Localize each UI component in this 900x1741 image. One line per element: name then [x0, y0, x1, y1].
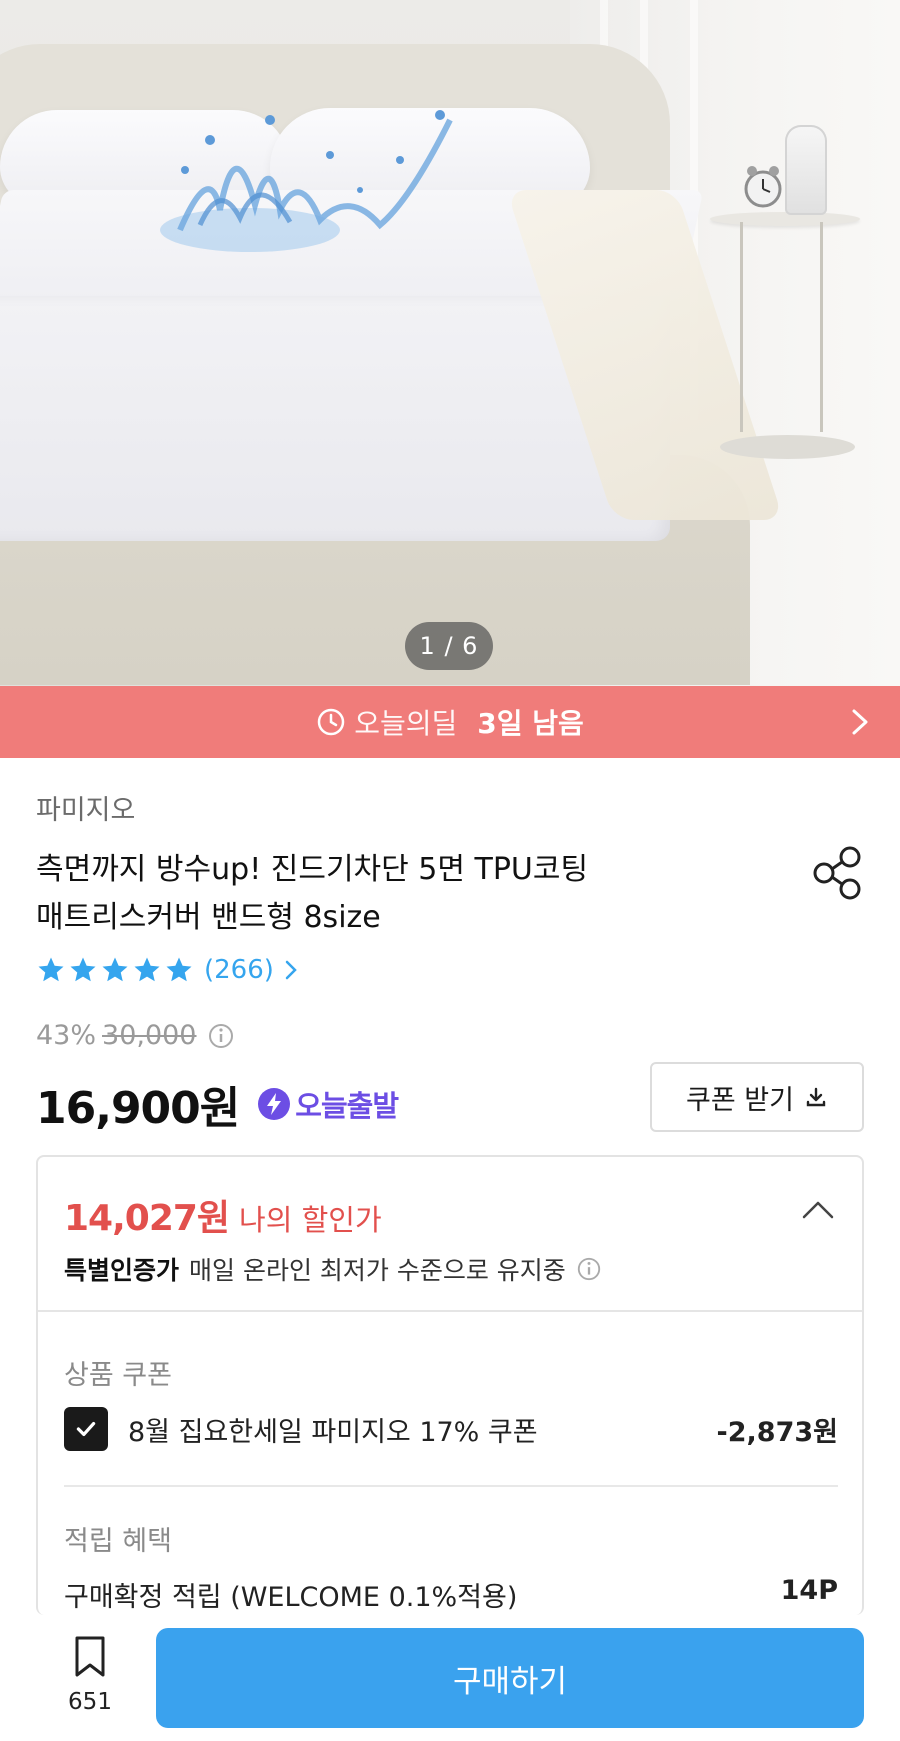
points-value: 14P — [780, 1575, 838, 1606]
special-price-desc: 매일 온라인 최저가 수준으로 유지중 — [189, 1256, 566, 1285]
info-icon[interactable] — [576, 1256, 602, 1282]
today-shipping-badge: 오늘출발 — [295, 1089, 399, 1123]
todays-deal-banner[interactable]: 오늘의딜 3일 남음 — [0, 686, 900, 758]
get-coupon-label: 쿠폰 받기 — [686, 1084, 794, 1116]
brand-name[interactable]: 파미지오 — [36, 788, 135, 827]
my-discount-price: 14,027원 나의 할인가 — [64, 1189, 382, 1241]
coupon-name: 8월 집요한세일 파미지오 17% 쿠폰 — [128, 1416, 538, 1448]
lantern-decor — [785, 125, 827, 215]
water-splash-icon — [160, 110, 453, 252]
my-price-amount: 14,027원 — [64, 1198, 230, 1239]
deal-remaining-time: 3일 남음 — [477, 707, 584, 740]
product-image-gallery[interactable]: 1 / 6 — [0, 0, 900, 686]
special-price-label: 특별인증가 — [64, 1256, 180, 1285]
sale-price: 16,900원 — [36, 1083, 240, 1134]
get-coupon-button[interactable]: 쿠폰 받기 — [650, 1062, 864, 1132]
buy-button[interactable]: 구매하기 — [156, 1628, 864, 1728]
coupon-section-label: 상품 쿠폰 — [64, 1360, 172, 1391]
info-icon[interactable] — [207, 1022, 235, 1050]
discount-percent: 43% — [36, 1020, 97, 1051]
side-table-base — [720, 435, 855, 459]
discount-header[interactable]: 14,027원 나의 할인가 특별인증가 매일 온라인 최저가 수준으로 유지중 — [38, 1157, 862, 1312]
lightning-bolt-icon — [258, 1088, 291, 1120]
review-count[interactable]: (266) — [204, 955, 274, 985]
side-table-leg — [820, 222, 823, 432]
product-title: 측면까지 방수up! 진드기차단 5면 TPU코팅 매트리스커버 밴드형 8si… — [36, 846, 676, 942]
points-row: 구매확정 적립 (WELCOME 0.1%적용) 14P — [64, 1575, 838, 1614]
rating-row[interactable]: (266) — [36, 955, 300, 985]
special-price-note: 특별인증가 매일 온라인 최저가 수준으로 유지중 — [64, 1251, 602, 1287]
star-icon — [166, 957, 192, 982]
bottom-action-bar: 651 구매하기 — [0, 1615, 900, 1741]
bookmark-icon — [75, 1636, 105, 1677]
coupon-checkbox[interactable] — [64, 1407, 108, 1451]
discount-detail-box: 14,027원 나의 할인가 특별인증가 매일 온라인 최저가 수준으로 유지중… — [36, 1155, 864, 1615]
image-counter: 1 / 6 — [405, 622, 493, 670]
checkmark-icon — [76, 1421, 96, 1437]
share-icon[interactable] — [812, 845, 864, 901]
coupon-value: -2,873원 — [716, 1416, 838, 1448]
side-table-leg — [740, 222, 743, 432]
product-title-line: 측면까지 방수up! 진드기차단 5면 TPU코팅 — [36, 852, 589, 887]
star-icon — [134, 957, 160, 982]
points-section-label: 적립 혜택 — [64, 1526, 172, 1557]
original-price: 30,000 — [102, 1020, 197, 1051]
chevron-right-icon[interactable] — [282, 959, 300, 981]
coupon-row[interactable]: 8월 집요한세일 파미지오 17% 쿠폰 -2,873원 — [64, 1407, 838, 1451]
bookmark-button[interactable]: 651 — [52, 1635, 128, 1735]
deal-label: 오늘의딜 — [354, 707, 458, 740]
my-price-label: 나의 할인가 — [239, 1203, 382, 1237]
side-table — [710, 212, 860, 226]
divider — [64, 1485, 838, 1487]
star-icon — [38, 957, 64, 982]
product-title-line: 매트리스커버 밴드형 8size — [36, 900, 381, 935]
original-price-row: 43% 30,000 — [36, 1020, 235, 1051]
chevron-up-icon[interactable] — [800, 1197, 836, 1221]
points-name: 구매확정 적립 (WELCOME 0.1%적용) — [64, 1582, 518, 1613]
price-row: 16,900원 오늘출발 — [36, 1072, 399, 1136]
clock-icon — [317, 708, 345, 736]
star-icon — [102, 957, 128, 982]
chevron-right-icon[interactable] — [848, 708, 872, 736]
alarm-clock-icon — [744, 166, 782, 208]
star-icon — [70, 957, 96, 982]
buy-button-label: 구매하기 — [452, 1663, 568, 1700]
star-rating — [36, 955, 194, 985]
bookmark-count: 651 — [68, 1689, 112, 1715]
download-icon — [806, 1087, 826, 1107]
